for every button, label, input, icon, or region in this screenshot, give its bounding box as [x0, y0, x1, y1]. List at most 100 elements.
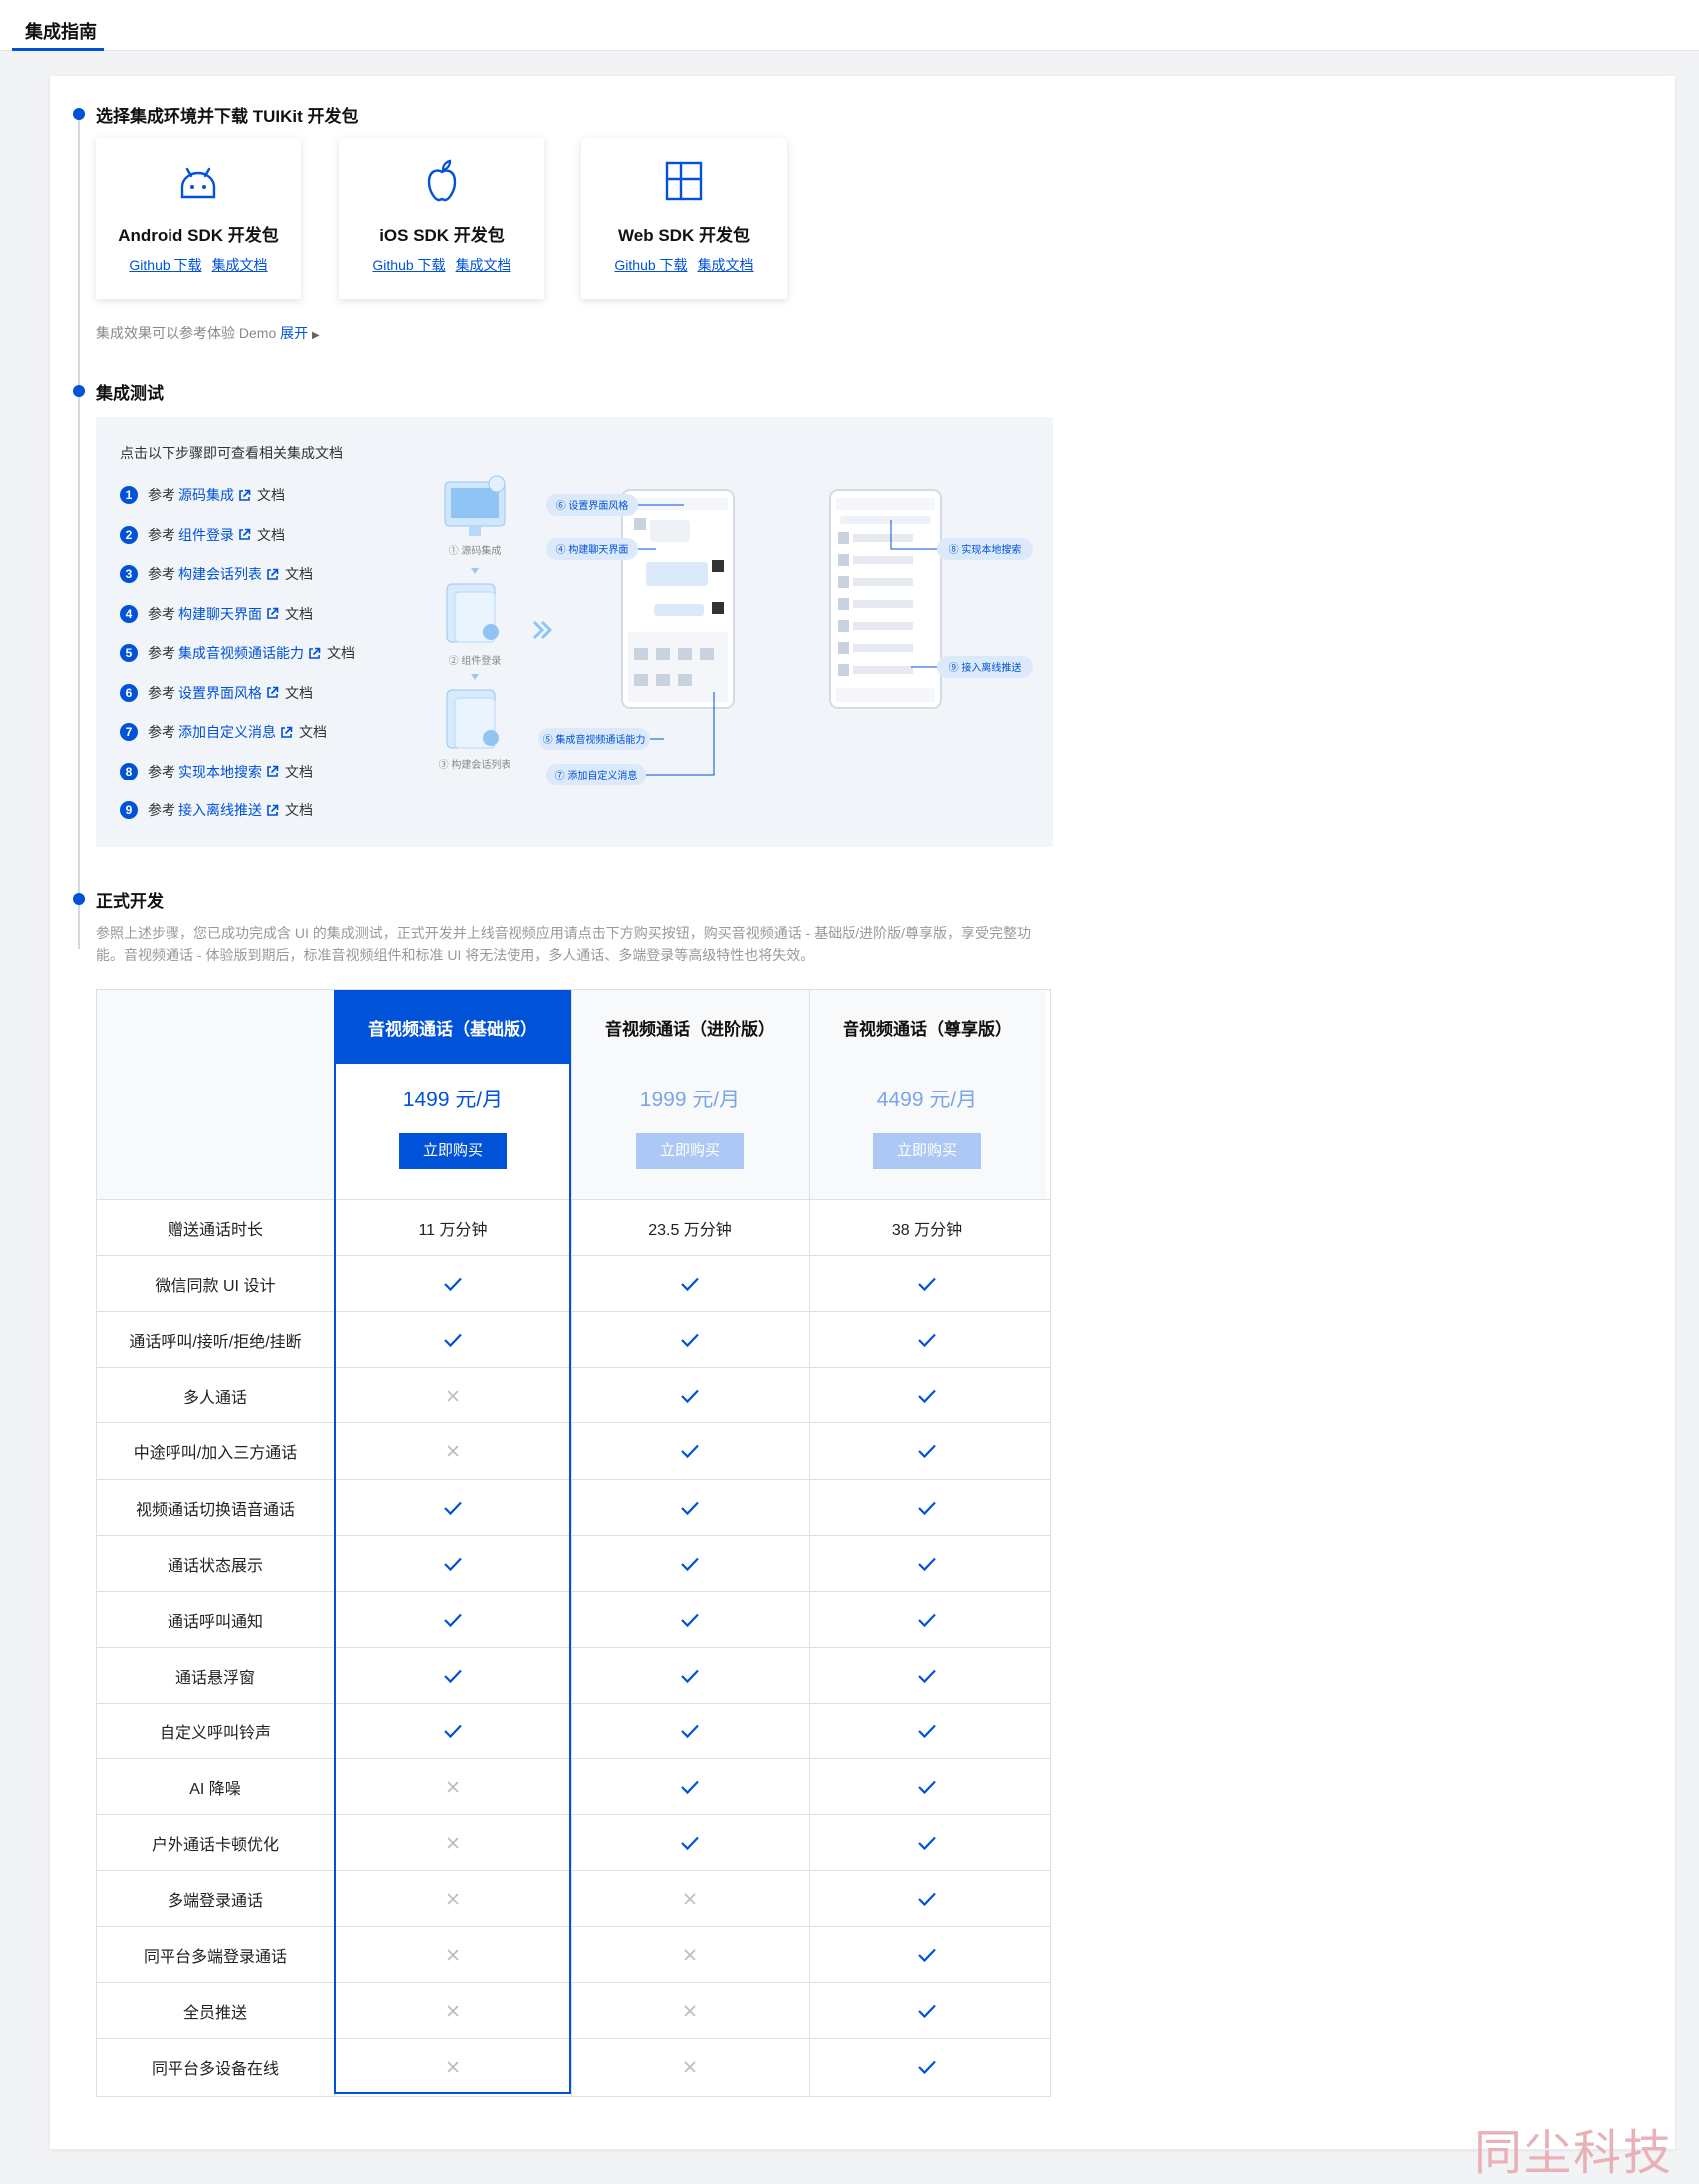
step-link[interactable]: 源码集成 [178, 485, 234, 505]
feature-name: 视频通话切换语音通话 [135, 1501, 295, 1519]
check-icon [809, 1592, 1046, 1648]
external-link-icon[interactable] [266, 765, 279, 778]
column-divider [809, 990, 810, 2096]
check-icon [809, 1368, 1046, 1423]
active-tab-indicator [12, 48, 104, 51]
feature-value: 23.5 万分钟 [648, 1222, 732, 1239]
step-prefix: 参考 [148, 802, 175, 818]
check-icon [571, 1648, 809, 1704]
integration-step: 8 参考 实现本地搜索 文档 [120, 761, 313, 782]
check-icon [809, 1312, 1046, 1368]
github-download-link[interactable]: Github 下载 [372, 257, 445, 273]
external-link-icon[interactable] [308, 647, 321, 660]
step-number-badge: 2 [120, 525, 138, 544]
sdk-card-web: Web SDK 开发包 Github 下载 集成文档 [581, 138, 787, 299]
check-icon [809, 1704, 1046, 1759]
step-link[interactable]: 构建聊天界面 [178, 604, 262, 624]
check-icon [334, 1536, 571, 1592]
step-prefix: 参考 [148, 724, 175, 740]
column-divider [334, 990, 335, 2096]
caret-right-icon[interactable]: ▶ [312, 330, 320, 341]
feature-name: 多端登录通话 [167, 1893, 263, 1911]
table-row: 同平台多端登录通话 [97, 1926, 1050, 1983]
timeline-dot-2 [73, 385, 85, 397]
check-icon [809, 1871, 1046, 1927]
step-link[interactable]: 集成音视频通话能力 [178, 643, 304, 663]
plan-name: 音视频通话（尊享版） [843, 1019, 1012, 1039]
integration-doc-link[interactable]: 集成文档 [698, 257, 754, 273]
check-icon [809, 1423, 1046, 1479]
github-download-link[interactable]: Github 下载 [614, 257, 687, 273]
check-icon [809, 1648, 1046, 1704]
table-row: 通话状态展示 [97, 1534, 1050, 1592]
section-title-download: 选择集成环境并下载 TUIKit 开发包 [96, 107, 359, 126]
feature-name: 通话悬浮窗 [174, 1669, 255, 1687]
integration-doc-link[interactable]: 集成文档 [212, 257, 268, 273]
watermark: 同尘科技 [1474, 2127, 1674, 2180]
check-icon [334, 1592, 571, 1648]
cross-icon [334, 2039, 571, 2095]
timeline-dot-3 [73, 893, 85, 905]
feature-name: 多人通话 [182, 1390, 247, 1407]
check-icon [334, 1256, 571, 1312]
main-card: 选择集成环境并下载 TUIKit 开发包 Android SDK 开发包 Git… [50, 76, 1675, 2149]
table-row: AI 降噪 [97, 1758, 1050, 1815]
step-suffix: 文档 [285, 605, 313, 622]
feature-name: AI 降噪 [189, 1781, 241, 1798]
table-row: 户外通话卡顿优化 [97, 1814, 1050, 1871]
buy-now-button[interactable]: 立即购买 [399, 1133, 507, 1169]
integration-step: 1 参考 源码集成 文档 [120, 484, 285, 506]
step-suffix: 文档 [285, 684, 313, 701]
external-link-icon[interactable] [280, 726, 293, 739]
external-link-icon[interactable] [238, 528, 251, 541]
step-prefix: 参考 [148, 684, 175, 701]
step-link[interactable]: 组件登录 [178, 525, 234, 545]
external-link-icon[interactable] [238, 489, 251, 502]
timeline-line [78, 114, 80, 949]
integration-steps-panel: 点击以下步骤即可查看相关集成文档 1 参考 源码集成 文档 2 参考 组件登录 文档 3 参考 构建… [96, 417, 1053, 847]
feature-name: 同平台多端登录通话 [143, 1949, 287, 1967]
cross-icon [571, 2039, 809, 2095]
external-link-icon[interactable] [266, 607, 279, 620]
plan-name: 音视频通话（基础版） [334, 990, 571, 1064]
table-row: 通话悬浮窗 [97, 1646, 1050, 1704]
cross-icon [334, 1423, 571, 1479]
expand-link[interactable]: 展开 [280, 325, 308, 341]
table-row: 中途呼叫/加入三方通话 [97, 1422, 1050, 1479]
table-row: 微信同款 UI 设计 [97, 1255, 1050, 1312]
buy-now-button[interactable]: 立即购买 [873, 1133, 981, 1169]
feature-name: 微信同款 UI 设计 [155, 1278, 276, 1296]
diagram-label: ② 组件登录 [449, 654, 502, 667]
feature-name: 同平台多设备在线 [151, 2060, 279, 2078]
external-link-icon[interactable] [266, 804, 279, 817]
step-link[interactable]: 设置界面风格 [178, 683, 262, 703]
buy-now-button[interactable]: 立即购买 [636, 1133, 744, 1169]
windows-icon [665, 161, 703, 201]
feature-name: 户外通话卡顿优化 [151, 1837, 279, 1855]
integration-doc-link[interactable]: 集成文档 [456, 257, 511, 273]
step-link[interactable]: 添加自定义消息 [178, 722, 276, 742]
check-icon [334, 1648, 571, 1704]
step-link[interactable]: 接入离线推送 [178, 800, 262, 820]
external-link-icon[interactable] [266, 686, 279, 699]
step-number-badge: 4 [120, 604, 138, 623]
step-suffix: 文档 [285, 566, 313, 582]
step-link[interactable]: 实现本地搜索 [178, 762, 262, 781]
cross-icon [334, 1927, 571, 1983]
table-row: 多人通话 [97, 1367, 1050, 1423]
step-link[interactable]: 构建会话列表 [178, 564, 262, 584]
check-icon [571, 1704, 809, 1759]
plan-price: 4499 元/月 [876, 1089, 978, 1111]
step-prefix: 参考 [148, 605, 175, 622]
check-icon [571, 1536, 809, 1592]
tab-integration-guide[interactable]: 集成指南 [12, 0, 110, 50]
diagram-label: ④ 构建聊天界面 [556, 543, 629, 556]
step-suffix: 文档 [299, 724, 327, 740]
external-link-icon[interactable] [266, 568, 279, 581]
check-icon [571, 1256, 809, 1312]
step-number-badge: 7 [120, 723, 138, 741]
android-icon [180, 167, 216, 199]
plan-price: 1499 元/月 [402, 1089, 504, 1111]
github-download-link[interactable]: Github 下载 [129, 257, 201, 273]
sdk-name: iOS SDK 开发包 [379, 226, 505, 245]
